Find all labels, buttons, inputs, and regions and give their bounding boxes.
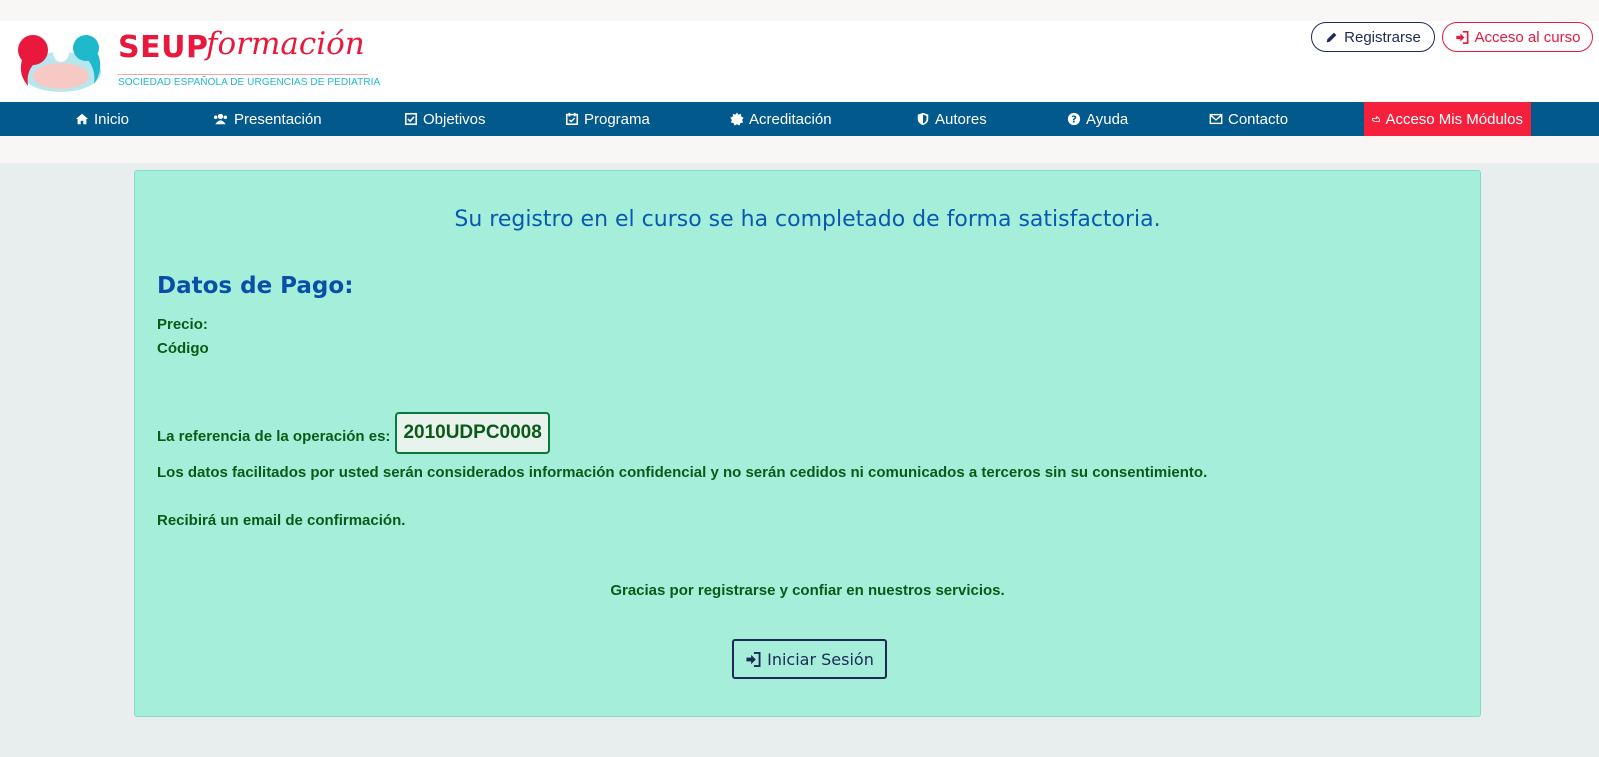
question-icon: ? (1067, 112, 1081, 126)
thanks-message: Gracias por registrarse y confiar en nue… (610, 582, 1005, 599)
sign-in-icon (746, 651, 761, 667)
course-access-button-label: Acceso al curso (1474, 28, 1581, 46)
logo-divider (118, 74, 368, 75)
checkbox-icon (404, 112, 418, 126)
reference-code: 2010UDPC0008 (395, 412, 550, 454)
nav-item-contacto[interactable]: Contacto (1209, 102, 1288, 136)
reference-row: La referencia de la operación es: 2010UD… (157, 412, 550, 454)
nav-item-acreditacion[interactable]: Acreditación (730, 102, 832, 136)
certificate-icon (730, 112, 744, 126)
login-button[interactable]: Iniciar Sesión (732, 639, 887, 679)
sign-in-icon (1455, 30, 1469, 44)
email-notice: Recibirá un email de confirmación. (157, 512, 406, 529)
sub-band (0, 136, 1599, 163)
payment-heading: Datos de Pago: (157, 273, 354, 299)
seup-logo[interactable]: SEUP formación SOCIEDAD ESPAÑOLA DE URGE… (16, 26, 380, 96)
code-label: Código (157, 340, 209, 357)
nav-item-label: Acreditación (749, 110, 832, 128)
nav-item-label: Autores (935, 110, 987, 128)
privacy-notice: Los datos facilitados por usted serán co… (157, 464, 1208, 481)
calendar-check-icon (565, 112, 579, 126)
login-button-label: Iniciar Sesión (767, 649, 874, 669)
users-icon (213, 113, 228, 125)
shield-icon (917, 112, 929, 126)
course-access-button[interactable]: Acceso al curso (1442, 22, 1593, 52)
nav-item-autores[interactable]: Autores (916, 102, 987, 136)
top-strip (0, 0, 1599, 21)
nav-item-label: Ayuda (1086, 110, 1129, 128)
nav-item-inicio[interactable]: Inicio (75, 102, 129, 136)
svg-text:?: ? (1071, 115, 1077, 126)
logo-subtitle: SOCIEDAD ESPAÑOLA DE URGENCIAS DE PEDIAT… (118, 77, 381, 88)
nav-item-acceso-mis-modulos[interactable]: Acceso Mis Módulos (1364, 102, 1531, 136)
success-title: Su registro en el curso se ha completado… (454, 207, 1161, 232)
envelope-icon (1209, 113, 1223, 125)
reference-label: La referencia de la operación es: (157, 427, 391, 445)
confirmation-panel: Su registro en el curso se ha completado… (134, 170, 1481, 717)
seup-logo-mark-icon (18, 35, 101, 92)
hand-pointer-icon (1372, 116, 1380, 123)
nav-item-presentacion[interactable]: Presentación (212, 102, 322, 136)
nav-item-ayuda[interactable]: ? Ayuda (1067, 102, 1128, 136)
nav-item-label: Objetivos (423, 110, 486, 128)
main-nav: Inicio Presentación Objetivos Programa A… (0, 102, 1599, 136)
price-label: Precio: (157, 316, 208, 333)
nav-item-label: Inicio (94, 110, 130, 128)
nav-item-label: Acceso Mis Módulos (1385, 110, 1523, 128)
register-button-label: Registrarse (1344, 28, 1421, 46)
logo-brand-text: SEUP (118, 30, 209, 65)
nav-item-objetivos[interactable]: Objetivos (404, 102, 486, 136)
register-button[interactable]: Registrarse (1311, 22, 1435, 52)
nav-item-label: Programa (584, 110, 650, 128)
nav-item-label: Presentación (234, 110, 322, 128)
nav-item-label: Contacto (1228, 110, 1289, 128)
pencil-icon (1326, 32, 1337, 42)
nav-item-programa[interactable]: Programa (565, 102, 650, 136)
logo-script-text: formación (206, 26, 365, 62)
home-icon (75, 113, 89, 125)
